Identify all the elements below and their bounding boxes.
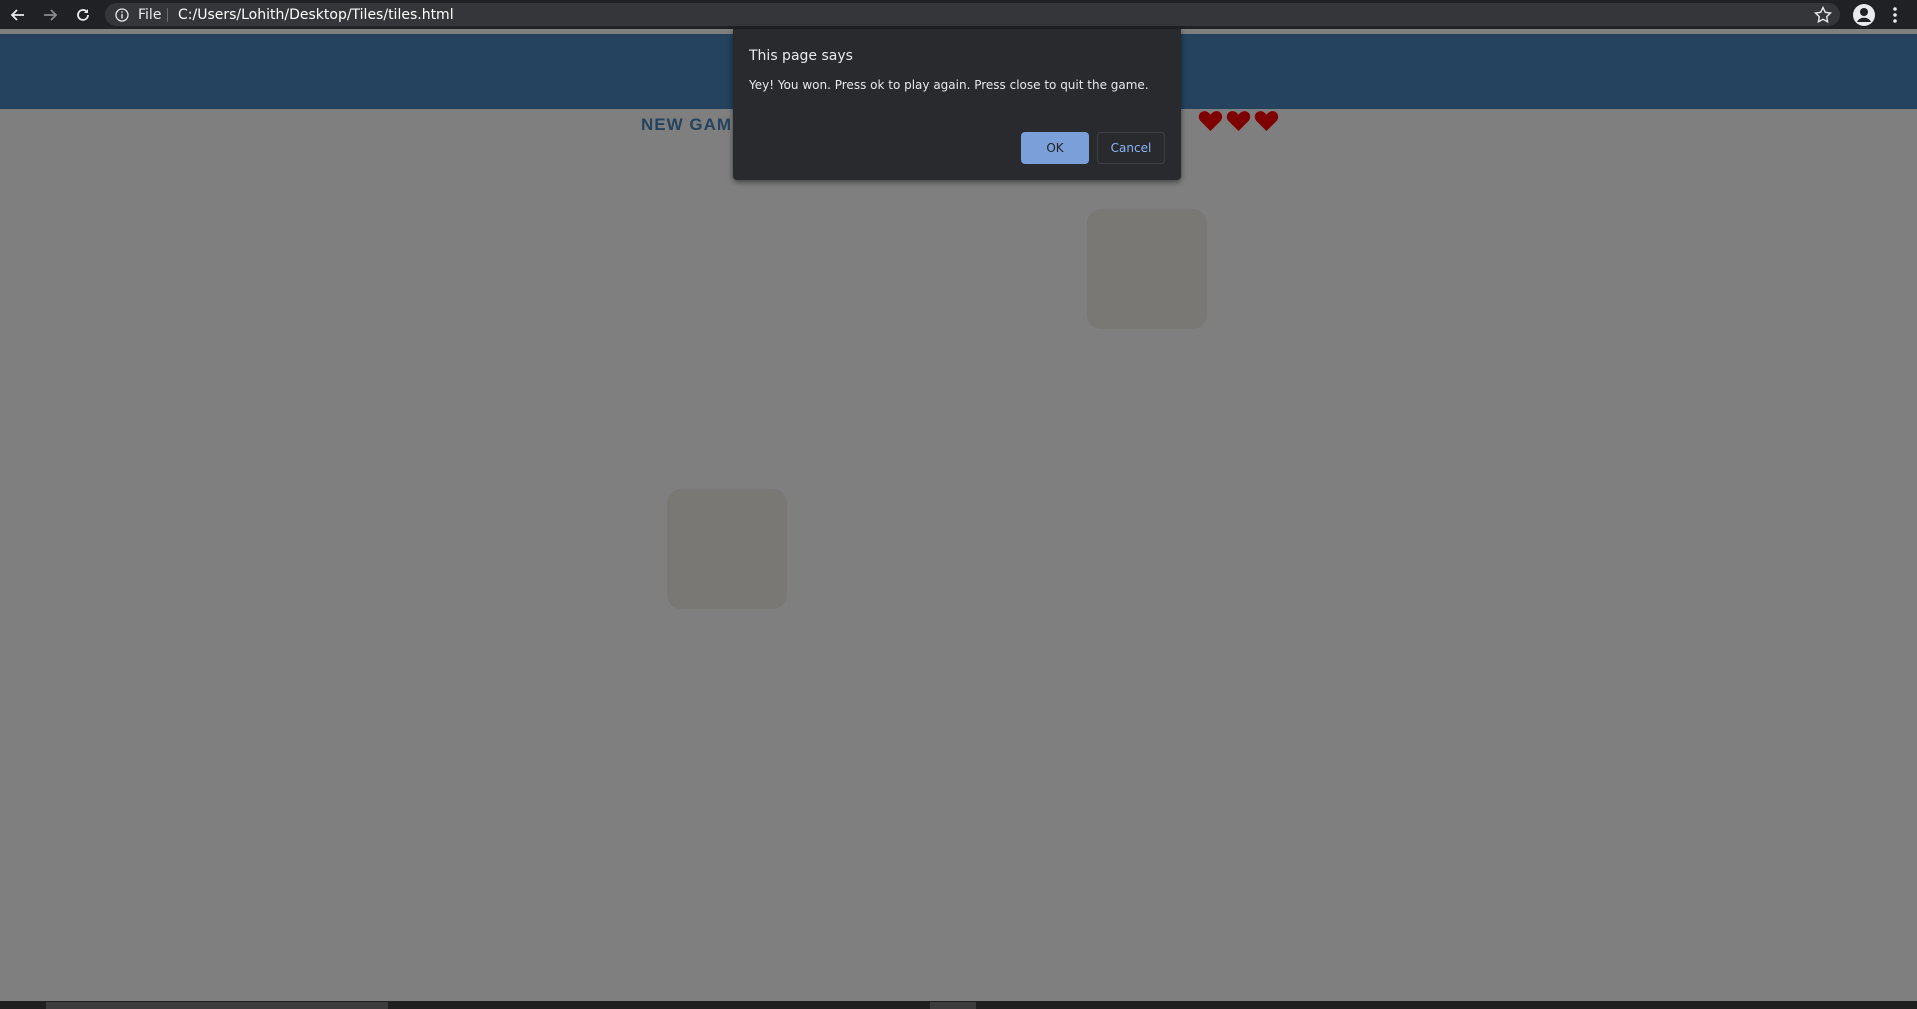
info-icon[interactable] [115, 8, 129, 22]
star-icon[interactable] [1813, 5, 1833, 25]
arrow-right-icon [44, 9, 58, 21]
omnibox-divider [167, 8, 168, 22]
reload-button[interactable] [73, 5, 93, 25]
url-text[interactable]: C:/Users/Lohith/Desktop/Tiles/tiles.html [178, 7, 454, 23]
dialog-title: This page says [749, 48, 853, 64]
arrow-left-icon [10, 9, 24, 21]
address-bar[interactable]: File C:/Users/Lohith/Desktop/Tiles/tiles… [105, 3, 1840, 26]
bottom-scrollbar-segment [930, 1002, 976, 1009]
scheme-label: File [138, 7, 162, 23]
reload-icon [77, 9, 89, 21]
back-button[interactable] [8, 5, 28, 25]
forward-button[interactable] [40, 5, 60, 25]
cancel-button[interactable]: Cancel [1097, 132, 1165, 164]
ok-button[interactable]: OK [1021, 132, 1089, 164]
alert-dialog: This page says Yey! You won. Press ok to… [733, 29, 1181, 180]
bottom-scrollbar-thumb[interactable] [46, 1002, 388, 1009]
browser-toolbar: File C:/Users/Lohith/Desktop/Tiles/tiles… [0, 0, 1917, 29]
account-icon[interactable] [1852, 3, 1876, 27]
kebab-menu-icon[interactable] [1888, 5, 1902, 25]
dialog-message: Yey! You won. Press ok to play again. Pr… [749, 78, 1149, 92]
